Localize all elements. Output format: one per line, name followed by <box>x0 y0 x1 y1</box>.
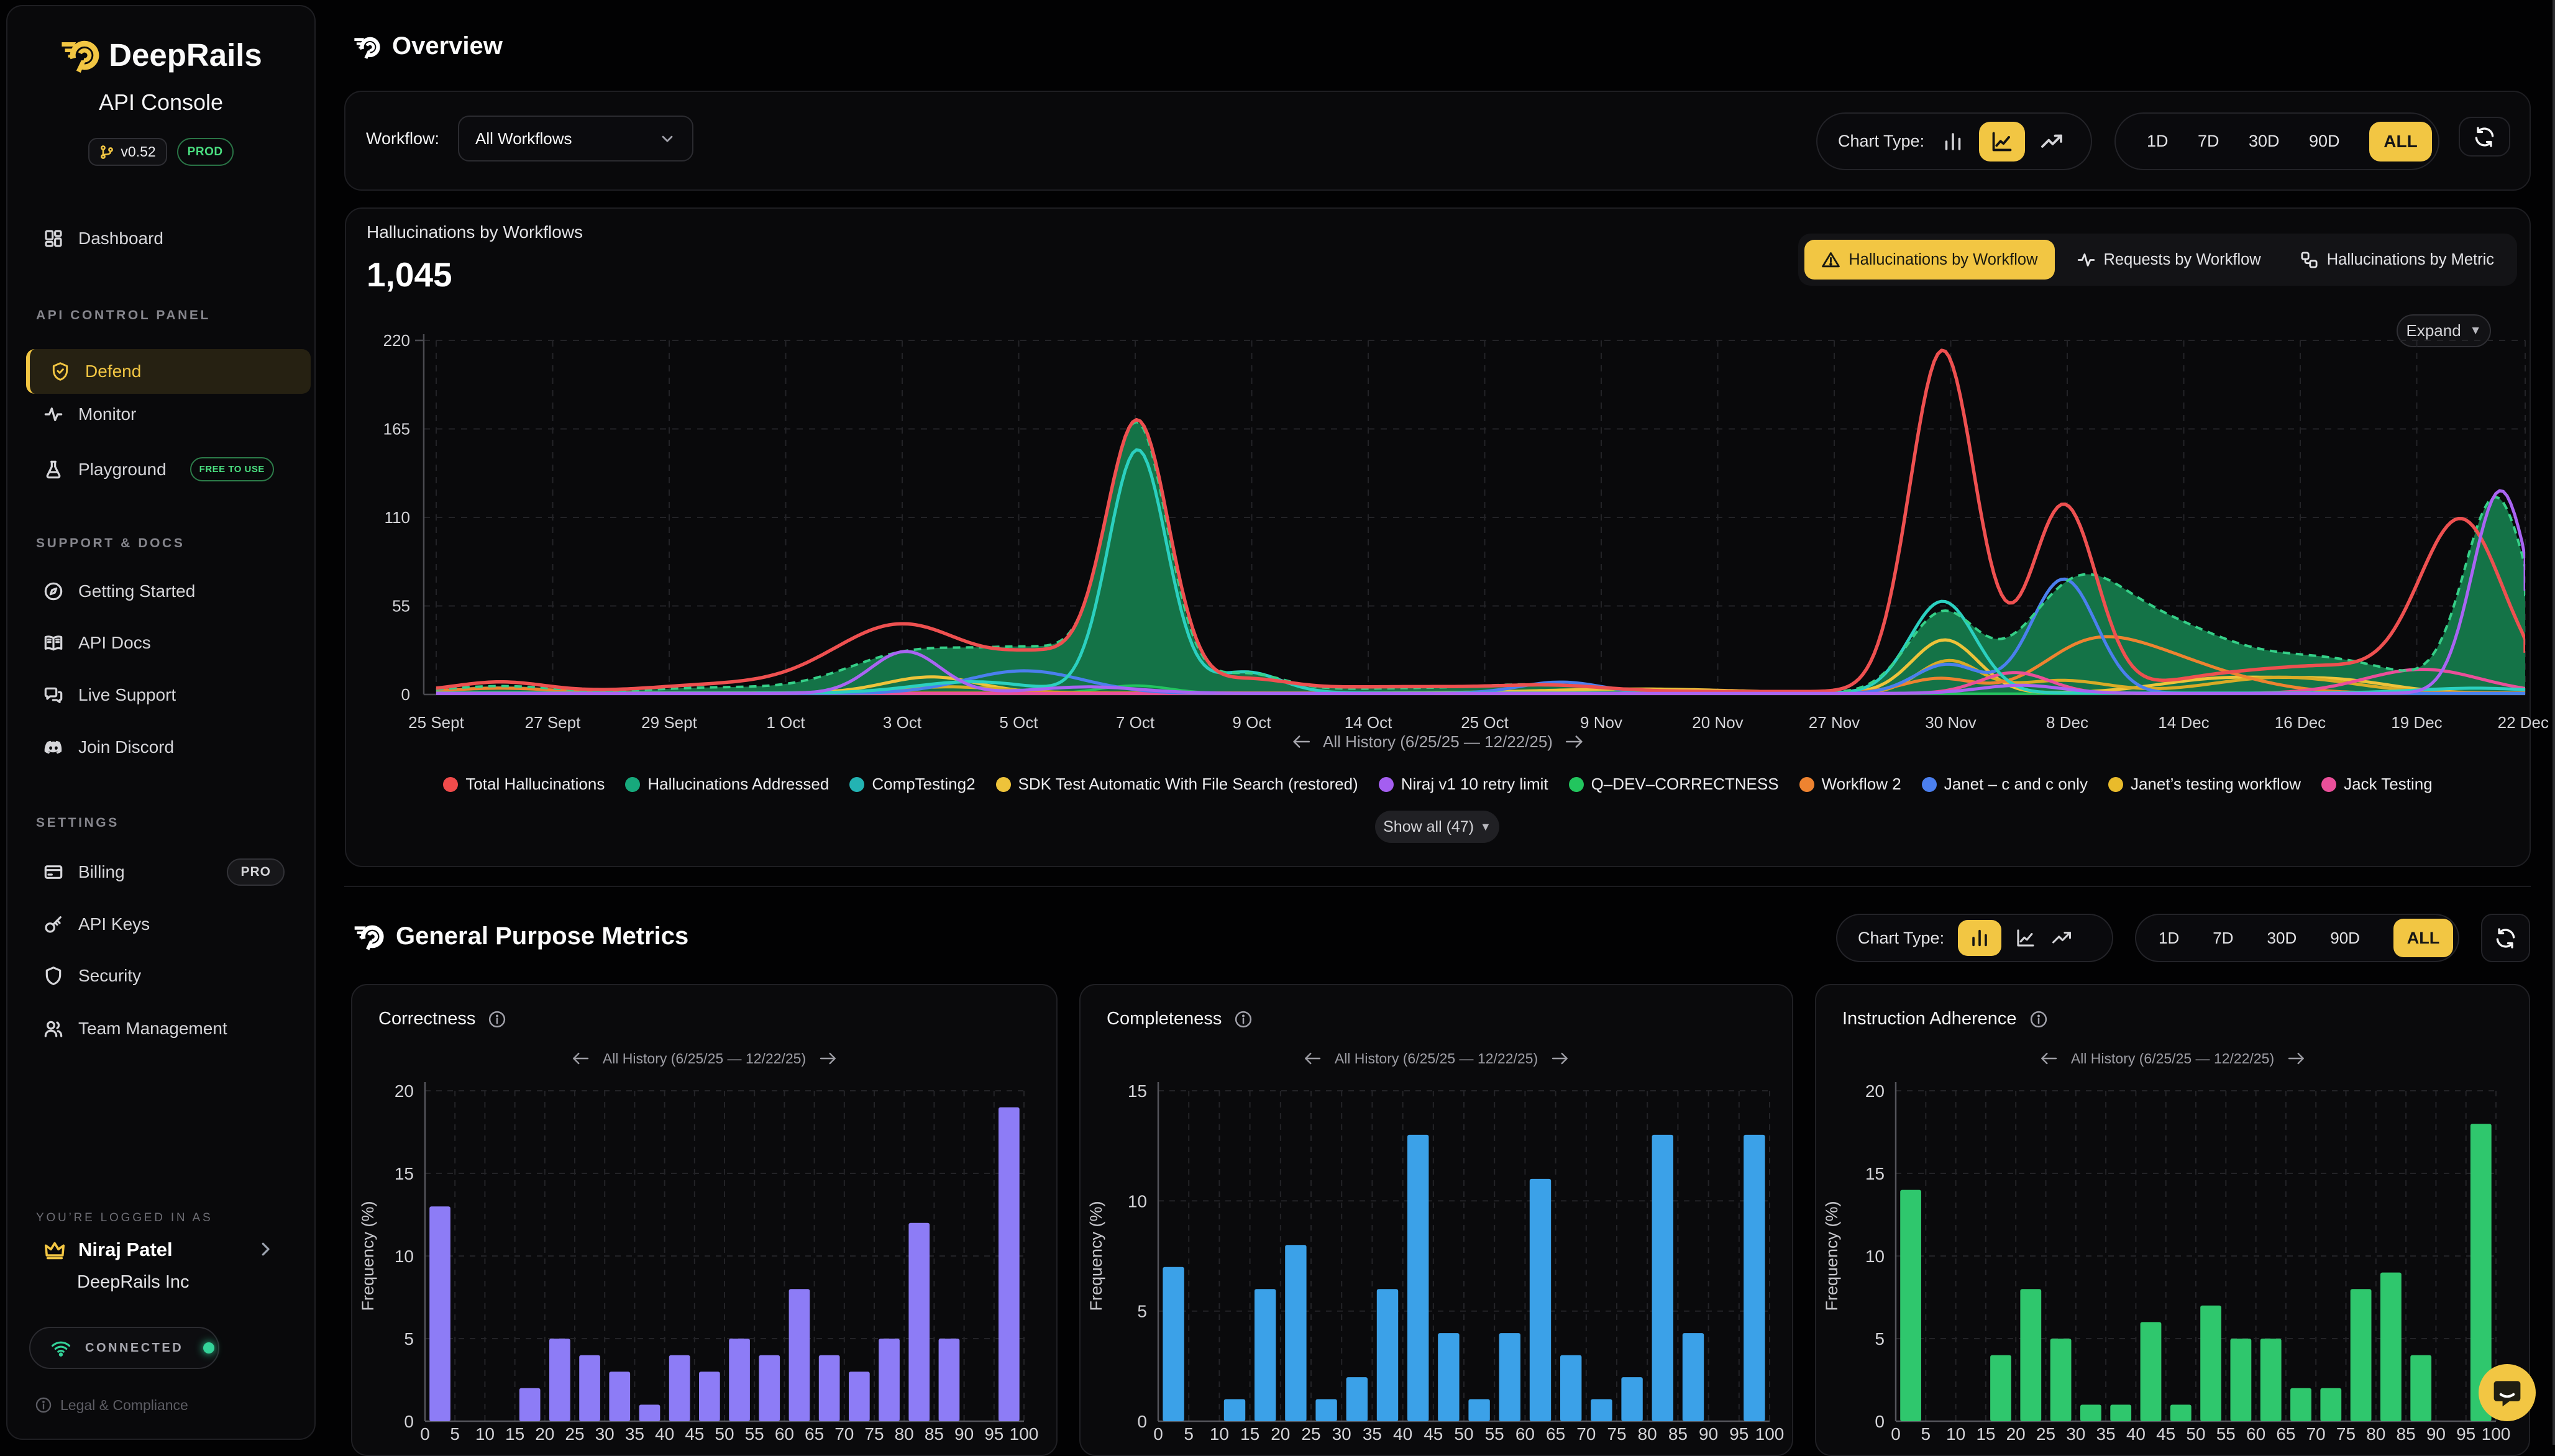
svg-text:8 Dec: 8 Dec <box>2046 713 2088 732</box>
svg-text:3 Oct: 3 Oct <box>883 713 922 732</box>
svg-text:22 Dec: 22 Dec <box>2498 713 2549 732</box>
svg-text:19 Dec: 19 Dec <box>2391 713 2442 732</box>
svg-text:220: 220 <box>383 331 410 350</box>
svg-text:165: 165 <box>383 420 410 439</box>
svg-text:20 Nov: 20 Nov <box>1692 713 1743 732</box>
svg-text:1 Oct: 1 Oct <box>766 713 805 732</box>
svg-text:9 Nov: 9 Nov <box>1580 713 1622 732</box>
svg-text:29 Sept: 29 Sept <box>641 713 697 732</box>
svg-text:27 Nov: 27 Nov <box>1809 713 1860 732</box>
svg-text:30 Nov: 30 Nov <box>1925 713 1976 732</box>
svg-text:14 Oct: 14 Oct <box>1345 713 1392 732</box>
svg-text:55: 55 <box>392 597 410 616</box>
svg-text:110: 110 <box>385 508 410 527</box>
svg-text:16 Dec: 16 Dec <box>2275 713 2326 732</box>
svg-text:27 Sept: 27 Sept <box>525 713 581 732</box>
svg-text:0: 0 <box>401 685 410 704</box>
svg-text:7 Oct: 7 Oct <box>1116 713 1155 732</box>
svg-text:9 Oct: 9 Oct <box>1232 713 1271 732</box>
svg-text:25 Oct: 25 Oct <box>1461 713 1509 732</box>
svg-text:25 Sept: 25 Sept <box>408 713 464 732</box>
svg-text:5 Oct: 5 Oct <box>999 713 1038 732</box>
svg-text:14 Dec: 14 Dec <box>2158 713 2209 732</box>
